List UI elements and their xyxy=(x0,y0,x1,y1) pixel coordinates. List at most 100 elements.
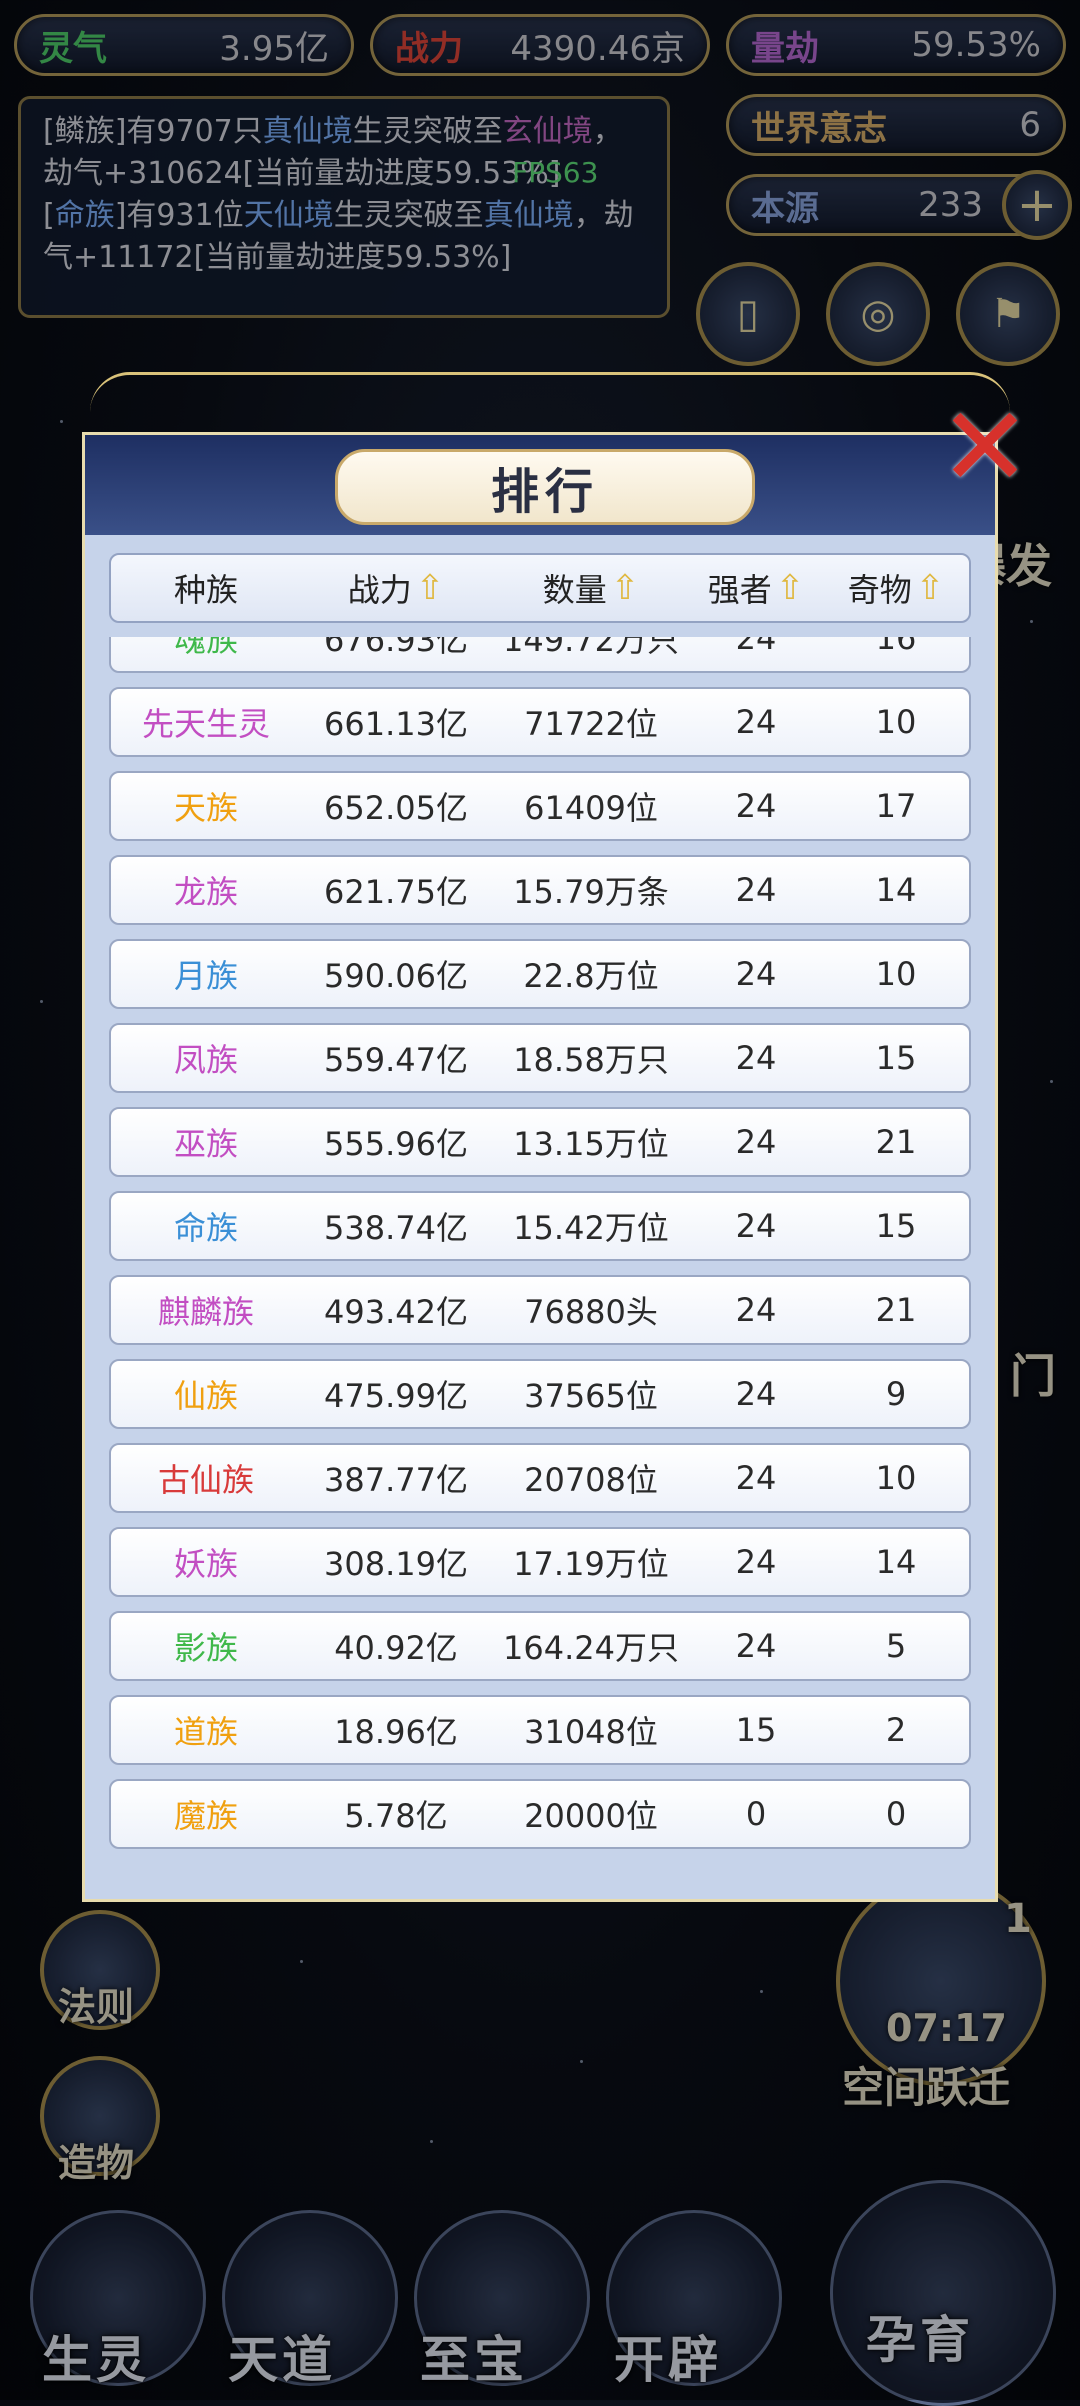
race-cell: 天族 xyxy=(173,789,238,827)
treasure-cell: 21 xyxy=(875,1123,917,1161)
table-row[interactable]: 魂族 676.93亿 149.72万只 24 16 xyxy=(109,637,971,673)
table-row[interactable]: 凤族 559.47亿 18.58万只 24 15 xyxy=(109,1023,971,1093)
count-cell: 20708位 xyxy=(524,1461,658,1499)
treasure-cell: 15 xyxy=(875,1207,917,1245)
strong-cell: 24 xyxy=(735,1291,777,1329)
sort-treasure-button[interactable]: 奇物 ⇧ xyxy=(821,555,971,621)
treasure-cell: 10 xyxy=(875,703,917,741)
power-cell: 676.93亿 xyxy=(324,637,468,659)
treasure-cell: 21 xyxy=(875,1291,917,1329)
power-cell: 590.06亿 xyxy=(324,957,468,995)
strong-cell: 24 xyxy=(735,1627,777,1665)
strong-cell: 24 xyxy=(735,1459,777,1497)
table-row[interactable]: 仙族 475.99亿 37565位 24 9 xyxy=(109,1359,971,1429)
count-cell: 17.19万位 xyxy=(513,1545,669,1583)
power-cell: 621.75亿 xyxy=(324,873,468,911)
table-row[interactable]: 道族 18.96亿 31048位 15 2 xyxy=(109,1695,971,1765)
modal-title: 排行 xyxy=(335,449,755,525)
sort-strong-button[interactable]: 强者 ⇧ xyxy=(691,555,821,621)
count-cell: 164.24万只 xyxy=(503,1629,679,1667)
ranking-list[interactable]: 魂族 676.93亿 149.72万只 24 16 先天生灵 661.13亿 71722位 24… xyxy=(109,637,975,1877)
strong-cell: 24 xyxy=(735,637,777,657)
treasure-cell: 15 xyxy=(875,1039,917,1077)
power-cell: 555.96亿 xyxy=(324,1125,468,1163)
table-row[interactable]: 古仙族 387.77亿 20708位 24 10 xyxy=(109,1443,971,1513)
modal-header: 排行 xyxy=(85,435,995,535)
race-cell: 古仙族 xyxy=(157,1461,254,1499)
race-cell: 月族 xyxy=(173,957,238,995)
treasure-cell: 14 xyxy=(875,1543,917,1581)
count-cell: 13.15万位 xyxy=(513,1125,669,1163)
treasure-cell: 5 xyxy=(885,1627,907,1665)
header-strong-label: 强者 xyxy=(707,571,772,609)
table-row[interactable]: 命族 538.74亿 15.42万位 24 15 xyxy=(109,1191,971,1261)
table-row[interactable]: 巫族 555.96亿 13.15万位 24 21 xyxy=(109,1107,971,1177)
modal-top-ornament xyxy=(90,372,1010,435)
power-cell: 387.77亿 xyxy=(324,1461,468,1499)
table-row[interactable]: 麒麟族 493.42亿 76880头 24 21 xyxy=(109,1275,971,1345)
strong-cell: 24 xyxy=(735,787,777,825)
strong-cell: 24 xyxy=(735,1123,777,1161)
power-cell: 475.99亿 xyxy=(324,1377,468,1415)
table-row[interactable]: 魔族 5.78亿 20000位 0 0 xyxy=(109,1779,971,1849)
power-cell: 538.74亿 xyxy=(324,1209,468,1247)
strong-cell: 24 xyxy=(735,1375,777,1413)
strong-cell: 24 xyxy=(735,871,777,909)
treasure-cell: 10 xyxy=(875,1459,917,1497)
treasure-cell: 14 xyxy=(875,871,917,909)
strong-cell: 24 xyxy=(735,1543,777,1581)
sort-power-button[interactable]: 战力 ⇧ xyxy=(301,555,491,621)
strong-cell: 24 xyxy=(735,703,777,741)
sort-arrow-icon: ⇧ xyxy=(915,568,945,608)
power-cell: 5.78亿 xyxy=(344,1797,448,1835)
strong-cell: 24 xyxy=(735,1039,777,1077)
sort-count-button[interactable]: 数量 ⇧ xyxy=(491,555,691,621)
table-row[interactable]: 影族 40.92亿 164.24万只 24 5 xyxy=(109,1611,971,1681)
treasure-cell: 17 xyxy=(875,787,917,825)
power-cell: 308.19亿 xyxy=(324,1545,468,1583)
header-treasure-label: 奇物 xyxy=(847,571,912,609)
race-cell: 妖族 xyxy=(173,1545,238,1583)
race-cell: 魔族 xyxy=(173,1797,238,1835)
count-cell: 20000位 xyxy=(524,1797,658,1835)
table-row[interactable]: 月族 590.06亿 22.8万位 24 10 xyxy=(109,939,971,1009)
table-header: 种族 战力 ⇧ 数量 ⇧ 强者 ⇧ 奇物 ⇧ xyxy=(109,553,971,623)
header-race: 种族 xyxy=(111,555,301,621)
count-cell: 71722位 xyxy=(524,705,658,743)
race-cell: 命族 xyxy=(173,1209,238,1247)
treasure-cell: 2 xyxy=(885,1711,907,1749)
race-cell: 影族 xyxy=(173,1629,238,1667)
close-icon[interactable]: ✕ xyxy=(930,392,1040,502)
table-row[interactable]: 龙族 621.75亿 15.79万条 24 14 xyxy=(109,855,971,925)
count-cell: 15.79万条 xyxy=(513,873,669,911)
strong-cell: 24 xyxy=(735,1207,777,1245)
race-cell: 凤族 xyxy=(173,1041,238,1079)
header-race-label: 种族 xyxy=(173,571,238,609)
race-cell: 巫族 xyxy=(173,1125,238,1163)
power-cell: 559.47亿 xyxy=(324,1041,468,1079)
race-cell: 龙族 xyxy=(173,873,238,911)
table-row[interactable]: 妖族 308.19亿 17.19万位 24 14 xyxy=(109,1527,971,1597)
header-power-label: 战力 xyxy=(347,571,412,609)
race-cell: 魂族 xyxy=(173,637,238,659)
treasure-cell: 10 xyxy=(875,955,917,993)
header-count-label: 数量 xyxy=(542,571,607,609)
count-cell: 61409位 xyxy=(524,789,658,827)
strong-cell: 24 xyxy=(735,955,777,993)
treasure-cell: 16 xyxy=(875,637,917,657)
count-cell: 15.42万位 xyxy=(513,1209,669,1247)
table-row[interactable]: 先天生灵 661.13亿 71722位 24 10 xyxy=(109,687,971,757)
strong-cell: 15 xyxy=(735,1711,777,1749)
table-row[interactable]: 天族 652.05亿 61409位 24 17 xyxy=(109,771,971,841)
strong-cell: 0 xyxy=(745,1795,767,1833)
ranking-modal: 排行 种族 战力 ⇧ 数量 ⇧ 强者 ⇧ 奇物 ⇧ 魂族 676.93亿 149.72万只 2… xyxy=(82,432,998,1902)
count-cell: 31048位 xyxy=(524,1713,658,1751)
count-cell: 37565位 xyxy=(524,1377,658,1415)
race-cell: 仙族 xyxy=(173,1377,238,1415)
treasure-cell: 9 xyxy=(885,1375,907,1413)
power-cell: 652.05亿 xyxy=(324,789,468,827)
count-cell: 22.8万位 xyxy=(523,957,659,995)
sort-arrow-icon: ⇧ xyxy=(775,568,805,608)
count-cell: 76880头 xyxy=(524,1293,658,1331)
power-cell: 40.92亿 xyxy=(334,1629,458,1667)
